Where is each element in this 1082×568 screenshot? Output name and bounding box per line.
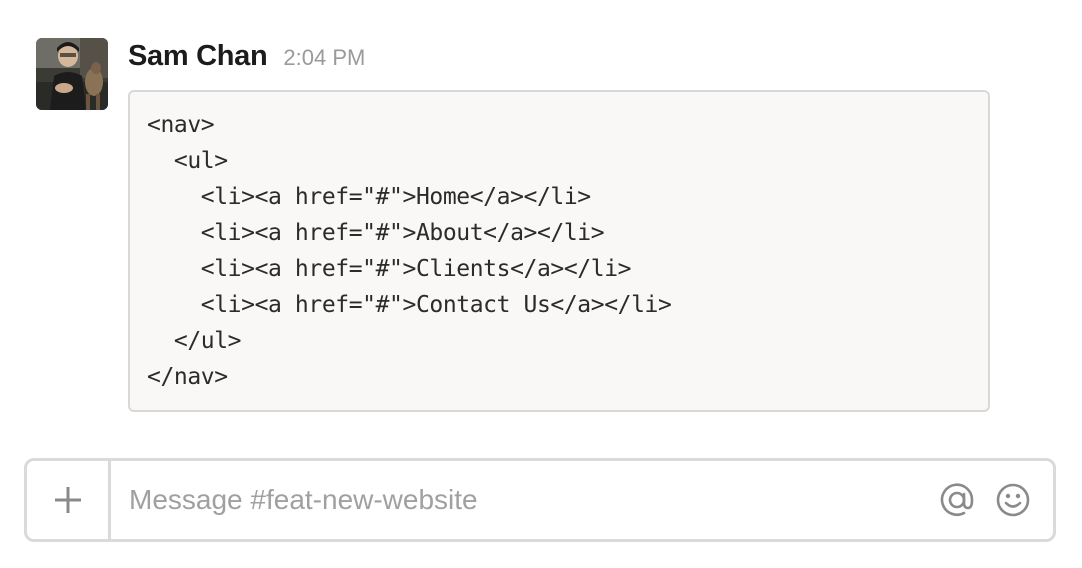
add-attachment-button[interactable]	[27, 461, 111, 539]
message-composer	[24, 458, 1056, 542]
plus-icon	[54, 487, 81, 513]
at-sign-icon	[940, 483, 974, 516]
code-line: <li><a href="#">Clients</a></li>	[147, 256, 632, 282]
emoji-button[interactable]	[993, 480, 1033, 520]
code-line: </nav>	[147, 364, 228, 390]
user-photo-avatar-icon	[36, 38, 108, 110]
smiley-icon	[996, 483, 1030, 517]
author-name[interactable]: Sam Chan	[128, 40, 268, 73]
message-input[interactable]	[111, 470, 937, 530]
code-line: <li><a href="#">About</a></li>	[147, 220, 605, 246]
chat-view: Sam Chan 2:04 PM <nav> <ul> <li><a href=…	[0, 0, 1082, 568]
code-block: <nav> <ul> <li><a href="#">Home</a></li>…	[128, 90, 990, 412]
message-timestamp[interactable]: 2:04 PM	[283, 45, 365, 71]
message-header: Sam Chan 2:04 PM	[128, 38, 992, 80]
message-body: Sam Chan 2:04 PM <nav> <ul> <li><a href=…	[128, 38, 992, 412]
code-line: <li><a href="#">Home</a></li>	[147, 184, 591, 210]
code-line: <nav>	[147, 112, 215, 138]
code-line: <ul>	[147, 148, 228, 174]
code-line: </ul>	[147, 328, 242, 354]
avatar[interactable]	[36, 38, 108, 110]
code-line: <li><a href="#">Contact Us</a></li>	[147, 292, 672, 318]
mention-button[interactable]	[937, 480, 977, 520]
